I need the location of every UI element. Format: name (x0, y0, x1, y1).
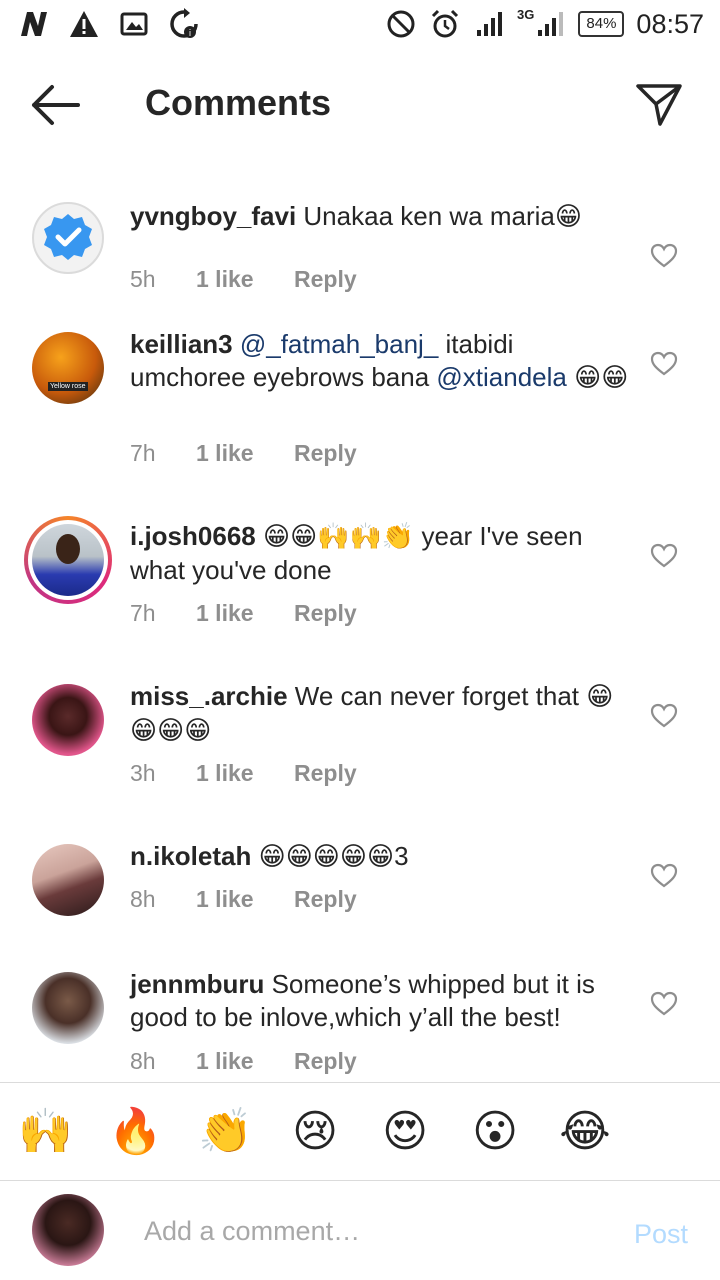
comment-text: n.ikoletah 😁😁😁😁😁3 (130, 840, 630, 874)
comment-username[interactable]: i.josh0668 (130, 521, 256, 551)
heart-icon[interactable] (650, 990, 678, 1018)
reply-button[interactable]: Reply (294, 266, 357, 293)
mention-link[interactable]: @xtiandela (436, 362, 566, 392)
avatar-caption: Yellow rose (48, 382, 88, 391)
comment-meta: 8h 1 like Reply (130, 886, 357, 913)
comment-text: yvngboy_favi Unakaa ken wa maria😁 (130, 200, 630, 234)
status-bar: i 3G 84% 08:57 (0, 0, 720, 48)
add-comment-input[interactable] (144, 1209, 604, 1253)
avatar[interactable] (32, 684, 104, 756)
comment-likes[interactable]: 1 like (196, 886, 294, 913)
comment-body: Unakaa ken wa maria (303, 201, 555, 231)
comment-username[interactable]: keillian3 (130, 329, 233, 359)
comment-time: 7h (130, 600, 156, 626)
back-arrow-icon[interactable] (28, 82, 84, 128)
warning-icon (70, 11, 98, 37)
comment-username[interactable]: miss_.archie (130, 681, 288, 711)
comment-emojis: 😁😁😁😁😁 (258, 842, 395, 872)
fire-emoji-button[interactable]: 🔥 (108, 1105, 163, 1159)
header: Comments (0, 60, 720, 150)
comment-time: 5h (130, 266, 156, 292)
comment-emojis: 😁 (554, 202, 582, 232)
page-title: Comments (145, 82, 332, 123)
avatar[interactable]: Yellow rose (32, 332, 104, 404)
heart-icon[interactable] (650, 242, 678, 270)
send-direct-icon[interactable] (634, 80, 684, 130)
post-button[interactable]: Post (634, 1219, 688, 1250)
comment-likes[interactable]: 1 like (196, 600, 294, 627)
comment-emojis: 😁😁 (574, 363, 629, 393)
do-not-disturb-icon (387, 10, 415, 38)
sync-icon: i (170, 8, 198, 39)
comment-time: 7h (130, 440, 156, 466)
comment-likes[interactable]: 1 like (196, 1048, 294, 1075)
comment-meta: 5h 1 like Reply (130, 266, 357, 293)
reply-button[interactable]: Reply (294, 440, 357, 467)
emoji-quick-bar: 🙌 🔥 👏 😢 😍 😮 😂 (0, 1082, 720, 1180)
raising-hands-emoji-button[interactable]: 🙌 (18, 1105, 73, 1159)
comment-time: 8h (130, 1048, 156, 1074)
comment-body: 3 (394, 841, 409, 871)
mention-link[interactable]: @_fatmah_banj_ (240, 329, 438, 359)
comment-meta: 7h 1 like Reply (130, 600, 357, 627)
avatar[interactable] (32, 202, 104, 274)
comment-username[interactable]: n.ikoletah (130, 841, 251, 871)
comment-likes[interactable]: 1 like (196, 266, 294, 293)
comment-text: i.josh0668 😁😁🙌🙌👏 year I've seen what you… (130, 520, 630, 587)
comment-likes[interactable]: 1 like (196, 440, 294, 467)
comments-list: yvngboy_favi Unakaa ken wa maria😁 5h 1 l… (0, 180, 720, 1080)
reply-button[interactable]: Reply (294, 600, 357, 627)
comment-composer: Post (0, 1180, 720, 1280)
signal-icon (477, 12, 503, 36)
reply-button[interactable]: Reply (294, 1048, 357, 1075)
battery-indicator: 84% (578, 11, 625, 37)
clapping-hands-emoji-button[interactable]: 👏 (198, 1105, 253, 1159)
verified-badge-icon (44, 214, 92, 260)
crying-face-emoji-button[interactable]: 😢 (288, 1105, 342, 1159)
comment-text: jennmburu Someone’s whipped but it is go… (130, 968, 630, 1034)
comment-username[interactable]: yvngboy_favi (130, 201, 296, 231)
surprised-face-emoji-button[interactable]: 😮 (468, 1105, 522, 1159)
clock: 08:57 (636, 8, 704, 39)
heart-icon[interactable] (650, 862, 678, 890)
comment-meta: 3h 1 like Reply (130, 760, 357, 787)
comment-emojis: 😁😁🙌🙌👏 (262, 522, 415, 552)
tears-of-joy-emoji-button[interactable]: 😂 (558, 1105, 612, 1159)
n-app-icon (21, 12, 47, 36)
comment-meta: 7h 1 like Reply (130, 440, 357, 467)
reply-button[interactable]: Reply (294, 760, 357, 787)
heart-icon[interactable] (650, 542, 678, 570)
comment-likes[interactable]: 1 like (196, 760, 294, 787)
current-user-avatar (32, 1194, 104, 1266)
comment-text: miss_.archie We can never forget that 😁😁… (130, 680, 630, 748)
network-type-label: 3G (517, 6, 535, 22)
comment-meta: 8h 1 like Reply (130, 1048, 357, 1075)
heart-icon[interactable] (650, 702, 678, 730)
comment-body: We can never forget that (294, 681, 580, 711)
signal-3g-icon (538, 12, 564, 36)
image-icon (120, 12, 148, 36)
comment-text: keillian3 @_fatmah_banj_ itabidi umchore… (130, 328, 630, 395)
alarm-icon (431, 9, 459, 38)
svg-text:i: i (189, 29, 192, 39)
heart-eyes-emoji-button[interactable]: 😍 (378, 1105, 432, 1159)
reply-button[interactable]: Reply (294, 886, 357, 913)
comment-username[interactable]: jennmburu (130, 969, 264, 999)
comment-time: 3h (130, 760, 156, 786)
comment-time: 8h (130, 886, 156, 912)
avatar[interactable] (32, 844, 104, 916)
story-ring-avatar[interactable] (24, 516, 112, 604)
avatar[interactable] (32, 972, 104, 1044)
heart-icon[interactable] (650, 350, 678, 378)
